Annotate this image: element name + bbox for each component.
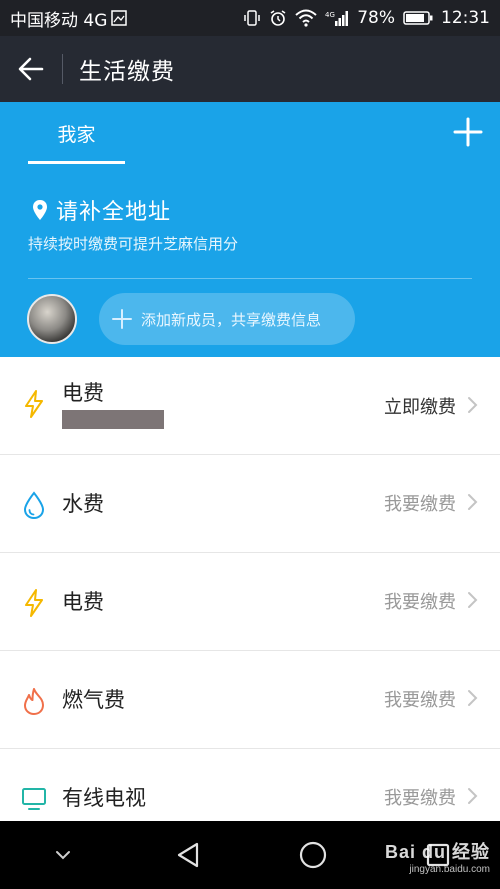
home-tabs: 我家	[0, 102, 500, 164]
list-item[interactable]: 电费 我要缴费	[0, 553, 500, 651]
vibrate-icon	[243, 9, 261, 27]
add-member-button[interactable]: 添加新成员，共享缴费信息	[99, 293, 355, 345]
pay-link[interactable]: 我要缴费	[384, 588, 456, 614]
add-member-label: 添加新成员，共享缴费信息	[141, 310, 322, 329]
list-item[interactable]: 电费 立即缴费	[0, 357, 500, 455]
status-right: 4G 78% 12:31	[243, 8, 490, 28]
bill-name: 有线电视	[62, 786, 146, 810]
triangle-back-icon	[177, 842, 198, 868]
tv-icon	[20, 785, 48, 813]
pay-link[interactable]: 我要缴费	[384, 686, 456, 712]
address-prompt[interactable]: 请补全地址	[32, 194, 171, 226]
credit-tip: 持续按时缴费可提升芝麻信用分	[28, 235, 239, 253]
bill-name: 燃气费	[62, 688, 125, 712]
page-title: 生活缴费	[79, 59, 175, 85]
circle-home-icon	[299, 841, 326, 869]
status-left: 中国移动 4G	[10, 6, 128, 31]
app-bar: 生活缴费	[0, 36, 500, 102]
screenshot-icon	[111, 10, 128, 26]
avatar[interactable]	[27, 294, 77, 344]
pay-link[interactable]: 我要缴费	[384, 784, 456, 810]
chevron-right-icon	[468, 788, 478, 804]
baidu-watermark: Bai du 经验 jingyan.baidu.com	[385, 838, 490, 875]
bill-name: 电费	[62, 381, 104, 405]
bill-name: 水费	[62, 492, 104, 516]
chevron-right-icon	[468, 397, 478, 413]
water-drop-icon	[20, 491, 48, 519]
back-button[interactable]	[0, 36, 62, 102]
tab-indicator	[28, 161, 125, 164]
battery-percent: 78%	[357, 8, 395, 28]
plus-icon	[453, 117, 483, 147]
watermark-url: jingyan.baidu.com	[409, 864, 490, 875]
signal-icon: 4G	[325, 9, 349, 27]
add-home-button[interactable]	[450, 114, 486, 150]
status-bar: 中国移动 4G 4G 78% 12:31	[0, 0, 500, 36]
chevron-right-icon	[468, 592, 478, 608]
chevron-right-icon	[468, 494, 478, 510]
svg-text:4G: 4G	[325, 11, 335, 19]
carrier-text: 中国移动 4G	[10, 10, 108, 31]
alarm-icon	[269, 9, 287, 27]
bill-list: 电费 立即缴费 水费 我要缴费 电费 我要缴费 燃气费 我要缴费 有线电视 我要…	[0, 357, 500, 847]
battery-icon	[403, 10, 433, 26]
tab-my-home[interactable]: 我家	[28, 102, 125, 164]
pay-link[interactable]: 我要缴费	[384, 490, 456, 516]
list-item[interactable]: 燃气费 我要缴费	[0, 651, 500, 749]
wifi-icon	[295, 9, 317, 27]
watermark-main: Bai du 经验	[384, 842, 490, 862]
arrow-left-icon	[18, 57, 44, 81]
lightning-icon	[20, 589, 48, 617]
lightning-icon	[20, 390, 48, 418]
home-header: 我家 请补全地址 持续按时缴费可提升芝麻信用分 添加新成员，共享缴费信息	[0, 102, 500, 357]
app-bar-divider	[62, 54, 63, 84]
list-item[interactable]: 水费 我要缴费	[0, 455, 500, 553]
nav-back-button[interactable]	[158, 825, 218, 885]
header-divider	[28, 278, 472, 279]
redacted-account-bar	[62, 410, 164, 429]
location-pin-icon	[33, 200, 47, 220]
nav-home-button[interactable]	[283, 825, 343, 885]
bill-name: 电费	[62, 590, 104, 614]
chevron-down-icon	[55, 851, 70, 860]
flame-icon	[20, 687, 48, 715]
clock-time: 12:31	[441, 8, 490, 28]
plus-icon	[112, 309, 132, 329]
address-prompt-text: 请补全地址	[56, 200, 172, 225]
pay-now-link[interactable]: 立即缴费	[384, 393, 456, 419]
chevron-right-icon	[468, 690, 478, 706]
tab-my-home-label: 我家	[57, 123, 96, 146]
hide-nav-button[interactable]	[33, 825, 93, 885]
